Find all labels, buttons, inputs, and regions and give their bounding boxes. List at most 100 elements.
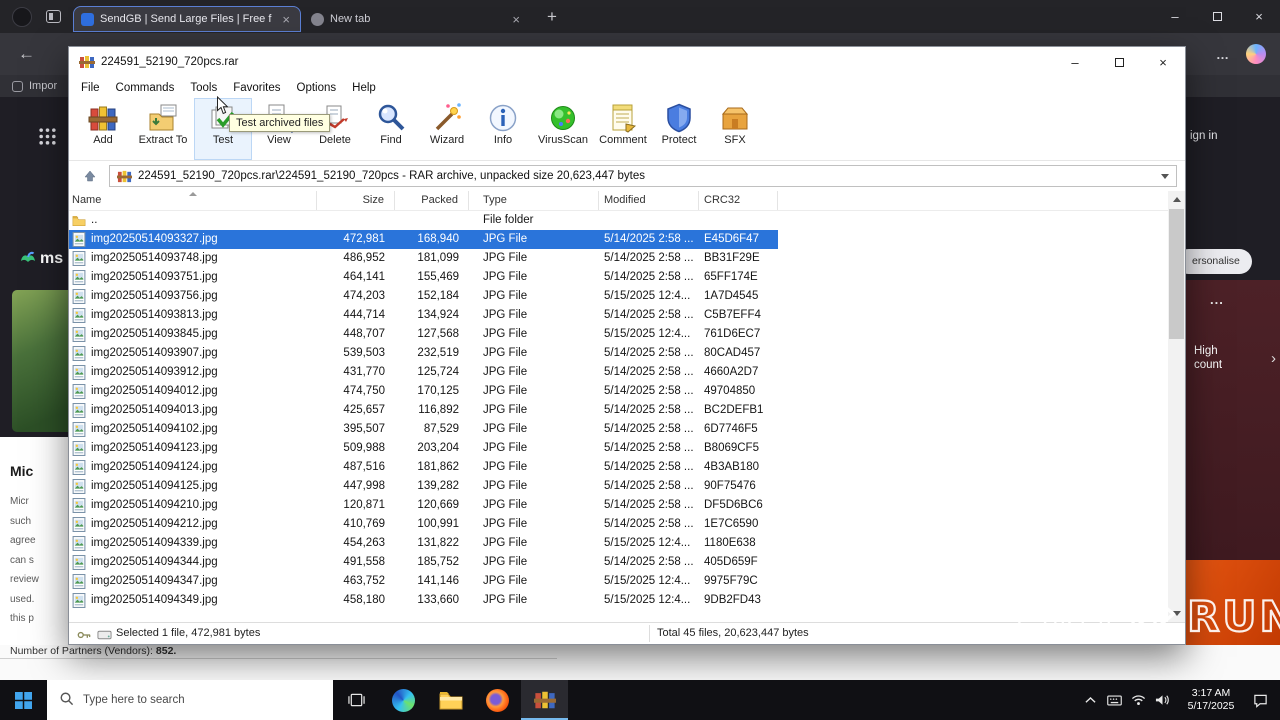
taskbar-edge-button[interactable] — [380, 680, 427, 720]
toolbar-protect-button[interactable]: Protect — [651, 99, 707, 159]
personalise-button[interactable]: ersonalise — [1176, 249, 1252, 274]
more-options-icon[interactable]: ... — [1210, 292, 1224, 307]
new-tab-button[interactable]: + — [543, 7, 561, 27]
bookmark-import-label[interactable]: Impor — [29, 80, 57, 92]
menu-help[interactable]: Help — [344, 82, 384, 94]
menu-favorites[interactable]: Favorites — [225, 82, 288, 94]
article-photo[interactable] — [12, 290, 76, 432]
high-count-link[interactable]: High count — [1194, 344, 1248, 372]
article-text-line: Micr — [10, 496, 29, 507]
column-header-crc32[interactable]: CRC32 — [699, 191, 778, 210]
sign-in-button[interactable]: ign in — [1190, 130, 1218, 142]
browser-tab[interactable]: SendGB | Send Large Files | Free f × — [73, 6, 301, 32]
address-combobox[interactable]: 224591_52190_720pcs.rar\224591_52190_720… — [109, 165, 1177, 187]
file-row[interactable]: img20250514094124.jpg 487,516 181,862 JP… — [69, 458, 778, 477]
file-type-cell: JPG File — [483, 518, 528, 530]
apps-grid-icon[interactable] — [38, 127, 57, 151]
file-row[interactable]: img20250514093907.jpg 539,503 232,519 JP… — [69, 344, 778, 363]
toolbar-extract-to-button[interactable]: Extract To — [131, 99, 195, 159]
action-center-icon[interactable] — [1248, 693, 1272, 708]
file-row[interactable]: img20250514093912.jpg 431,770 125,724 JP… — [69, 363, 778, 382]
file-row[interactable]: img20250514093845.jpg 448,707 127,568 JP… — [69, 325, 778, 344]
toolbar-sfx-button[interactable]: SFX — [707, 99, 763, 159]
tab-close-icon[interactable]: × — [509, 12, 523, 27]
menu-options[interactable]: Options — [289, 82, 345, 94]
taskbar-search[interactable]: Type here to search — [47, 680, 333, 720]
column-header-name[interactable]: Name — [69, 191, 317, 210]
file-row[interactable]: img20250514094339.jpg 454,263 131,822 JP… — [69, 534, 778, 553]
browser-profile-avatar[interactable] — [12, 6, 32, 27]
column-header-type[interactable]: Type — [469, 191, 599, 210]
taskbar-winrar-button[interactable] — [521, 680, 568, 720]
file-row[interactable]: img20250514094012.jpg 474,750 170,125 JP… — [69, 382, 778, 401]
browser-minimize-button[interactable]: – — [1154, 0, 1196, 33]
vertical-tabs-icon[interactable] — [46, 10, 61, 23]
toolbar-label: VirusScan — [538, 134, 588, 146]
browser-close-button[interactable]: × — [1238, 0, 1280, 33]
file-crc-cell: 1E7C6590 — [704, 518, 759, 530]
toolbar-comment-button[interactable]: Comment — [595, 99, 651, 159]
file-row[interactable]: img20250514093327.jpg 472,981 168,940 JP… — [69, 230, 778, 249]
menu-tools[interactable]: Tools — [182, 82, 225, 94]
file-icon — [72, 441, 86, 456]
site-logo[interactable]: ms — [20, 250, 63, 268]
touch-keyboard-icon[interactable] — [1102, 695, 1126, 706]
winrar-maximize-button[interactable] — [1097, 47, 1141, 77]
winrar-minimize-button[interactable]: – — [1053, 47, 1097, 77]
column-header-modified[interactable]: Modified — [599, 191, 699, 210]
column-header-packed[interactable]: Packed — [395, 191, 469, 210]
tab-favicon — [311, 12, 324, 26]
winrar-close-button[interactable]: × — [1141, 47, 1185, 77]
toolbar-add-button[interactable]: Add — [75, 99, 131, 159]
column-header-size[interactable]: Size — [317, 191, 395, 210]
toolbar-virusscan-button[interactable]: VirusScan — [531, 99, 595, 159]
task-view-button[interactable] — [333, 680, 380, 720]
copilot-icon[interactable] — [1246, 44, 1266, 64]
chevron-down-icon[interactable] — [1161, 173, 1169, 179]
menu-commands[interactable]: Commands — [108, 82, 183, 94]
file-row[interactable]: img20250514093751.jpg 464,141 155,469 JP… — [69, 268, 778, 287]
toolbar-info-button[interactable]: Info — [475, 99, 531, 159]
file-crc-cell: C5B7EFF4 — [704, 309, 761, 321]
taskbar-firefox-button[interactable] — [474, 680, 521, 720]
toolbar-find-button[interactable]: Find — [363, 99, 419, 159]
file-crc-cell: DF5D6BC6 — [704, 499, 763, 511]
taskbar-clock[interactable]: 3:17 AM 5/17/2025 — [1178, 687, 1244, 713]
file-row[interactable]: img20250514093748.jpg 486,952 181,099 JP… — [69, 249, 778, 268]
taskbar-explorer-button[interactable] — [427, 680, 474, 720]
file-row[interactable]: img20250514094349.jpg 458,180 133,660 JP… — [69, 591, 778, 610]
tab-close-icon[interactable]: × — [279, 12, 293, 27]
scroll-up-icon[interactable] — [1168, 191, 1185, 208]
file-row[interactable]: img20250514093756.jpg 474,203 152,184 JP… — [69, 287, 778, 306]
tray-chevron-up-icon[interactable] — [1078, 696, 1102, 704]
file-row[interactable]: img20250514094210.jpg 120,871 120,669 JP… — [69, 496, 778, 515]
file-row[interactable]: img20250514094212.jpg 410,769 100,991 JP… — [69, 515, 778, 534]
start-button[interactable] — [0, 680, 47, 720]
browser-tab[interactable]: New tab × — [303, 6, 531, 32]
menu-file[interactable]: File — [73, 82, 108, 94]
file-row[interactable]: img20250514094344.jpg 491,558 185,752 JP… — [69, 553, 778, 572]
vertical-scrollbar[interactable] — [1168, 191, 1185, 622]
browser-menu-icon[interactable]: … — [1216, 47, 1230, 62]
toolbar-wizard-button[interactable]: Wizard — [419, 99, 475, 159]
file-row[interactable]: img20250514094347.jpg 463,752 141,146 JP… — [69, 572, 778, 591]
volume-icon[interactable] — [1150, 694, 1174, 706]
scrollbar-thumb[interactable] — [1169, 209, 1184, 339]
file-size-cell: 120,871 — [343, 499, 385, 511]
file-row[interactable]: img20250514094125.jpg 447,998 139,282 JP… — [69, 477, 778, 496]
file-row[interactable]: .. File folder — [69, 211, 778, 230]
back-button[interactable]: ← — [18, 44, 35, 64]
chevron-right-icon[interactable]: › — [1271, 350, 1276, 367]
file-name-cell: .. — [69, 211, 317, 230]
winrar-titlebar[interactable]: 224591_52190_720pcs.rar – × — [69, 47, 1185, 77]
file-row[interactable]: img20250514094123.jpg 509,988 203,204 JP… — [69, 439, 778, 458]
network-icon[interactable] — [1126, 694, 1150, 706]
scroll-down-icon[interactable] — [1168, 605, 1185, 622]
file-row[interactable]: img20250514094013.jpg 425,657 116,892 JP… — [69, 401, 778, 420]
up-one-level-button[interactable] — [77, 165, 103, 187]
toolbar-label: Comment — [599, 134, 647, 146]
file-row[interactable]: img20250514094102.jpg 395,507 87,529 JPG… — [69, 420, 778, 439]
browser-maximize-button[interactable] — [1196, 0, 1238, 33]
file-icon — [72, 536, 86, 551]
file-row[interactable]: img20250514093813.jpg 444,714 134,924 JP… — [69, 306, 778, 325]
